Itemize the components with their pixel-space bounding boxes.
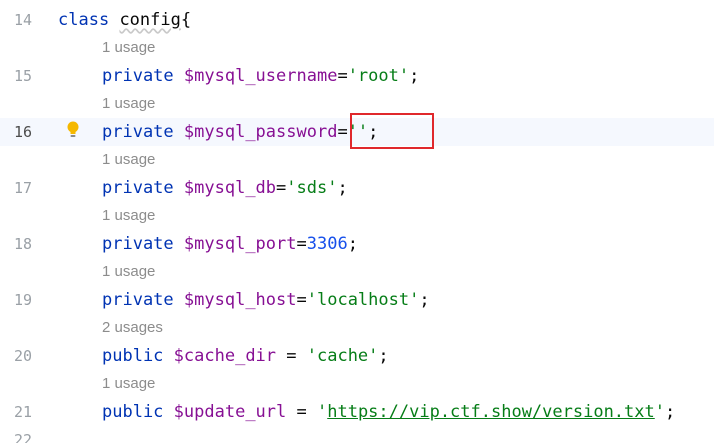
variable: $mysql_port <box>183 234 297 254</box>
variable: $mysql_host <box>183 290 297 310</box>
brace: { <box>180 10 192 30</box>
string-literal: 'sds' <box>286 178 338 198</box>
keyword: public <box>102 402 164 422</box>
code-line-19[interactable]: 19 private $mysql_host='localhost'; <box>0 286 714 314</box>
keyword: private <box>102 122 174 142</box>
variable: $cache_dir <box>173 346 277 366</box>
url-link[interactable]: https://vip.ctf.show/version.txt <box>327 402 655 422</box>
operator: = <box>296 234 307 254</box>
keyword: private <box>102 66 174 86</box>
code-text[interactable]: private $mysql_password=''; <box>102 118 378 146</box>
usage-hint[interactable]: 2 usages <box>102 314 163 342</box>
semicolon: ; <box>409 66 420 86</box>
code-line-20[interactable]: 20 public $cache_dir = 'cache'; <box>0 342 714 370</box>
code-text[interactable]: private $mysql_db='sds'; <box>102 174 348 202</box>
string-quote: ' <box>654 402 665 422</box>
semicolon: ; <box>665 402 676 422</box>
usage-hint[interactable]: 1 usage <box>102 146 155 174</box>
lightbulb-icon[interactable] <box>66 121 80 139</box>
code-text[interactable]: private $mysql_port=3306; <box>102 230 358 258</box>
variable: $mysql_password <box>183 122 338 142</box>
string-literal: 'cache' <box>306 346 379 366</box>
variable: $update_url <box>173 402 287 422</box>
semicolon: ; <box>337 178 348 198</box>
usage-hint[interactable]: 1 usage <box>102 90 155 118</box>
keyword: public <box>102 346 164 366</box>
line-number: 21 <box>13 403 32 421</box>
operator: = <box>296 290 307 310</box>
code-text[interactable]: private $mysql_username='root'; <box>102 62 419 90</box>
semicolon: ; <box>419 290 430 310</box>
keyword: class <box>58 10 110 30</box>
usage-hint[interactable]: 1 usage <box>102 34 155 62</box>
code-line-15[interactable]: 15 private $mysql_username='root'; <box>0 62 714 90</box>
code-text[interactable]: private $mysql_host='localhost'; <box>102 286 430 314</box>
highlight-box <box>350 113 434 149</box>
line-number: 19 <box>13 291 32 309</box>
semicolon: ; <box>347 234 358 254</box>
number-literal: 3306 <box>306 234 348 254</box>
operator: = <box>337 122 348 142</box>
code-line-21[interactable]: 21 public $update_url = 'https://vip.ctf… <box>0 398 714 426</box>
line-number: 20 <box>13 347 32 365</box>
semicolon: ; <box>378 346 389 366</box>
line-number: 22 <box>13 431 32 443</box>
code-line-18[interactable]: 18 private $mysql_port=3306; <box>0 230 714 258</box>
operator: = <box>276 346 307 366</box>
keyword: private <box>102 290 174 310</box>
variable: $mysql_db <box>183 178 277 198</box>
code-text[interactable]: public $cache_dir = 'cache'; <box>102 342 389 370</box>
code-line-17[interactable]: 17 private $mysql_db='sds'; <box>0 174 714 202</box>
line-number: 16 <box>13 123 32 141</box>
usage-hint[interactable]: 1 usage <box>102 202 155 230</box>
string-literal: 'root' <box>347 66 410 86</box>
code-text[interactable]: public $update_url = 'https://vip.ctf.sh… <box>102 398 675 426</box>
string-quote: ' <box>316 402 328 422</box>
code-editor[interactable]: 14 class config{ 1 usage 15 private $mys… <box>0 0 714 443</box>
usage-hint[interactable]: 1 usage <box>102 258 155 286</box>
line-number: 17 <box>13 179 32 197</box>
code-line-14[interactable]: 14 class config{ <box>0 6 714 34</box>
operator: = <box>286 402 317 422</box>
operator: = <box>276 178 287 198</box>
variable: $mysql_username <box>183 66 338 86</box>
class-name: config <box>119 10 181 30</box>
code-line-22[interactable]: 22 <box>0 426 714 443</box>
keyword: private <box>102 178 174 198</box>
line-number: 14 <box>13 11 32 29</box>
line-number: 18 <box>13 235 32 253</box>
string-literal: 'localhost' <box>306 290 420 310</box>
usage-hint[interactable]: 1 usage <box>102 370 155 398</box>
code-text[interactable]: class config{ <box>58 6 191 34</box>
keyword: private <box>102 234 174 254</box>
operator: = <box>337 66 348 86</box>
line-number: 15 <box>13 67 32 85</box>
